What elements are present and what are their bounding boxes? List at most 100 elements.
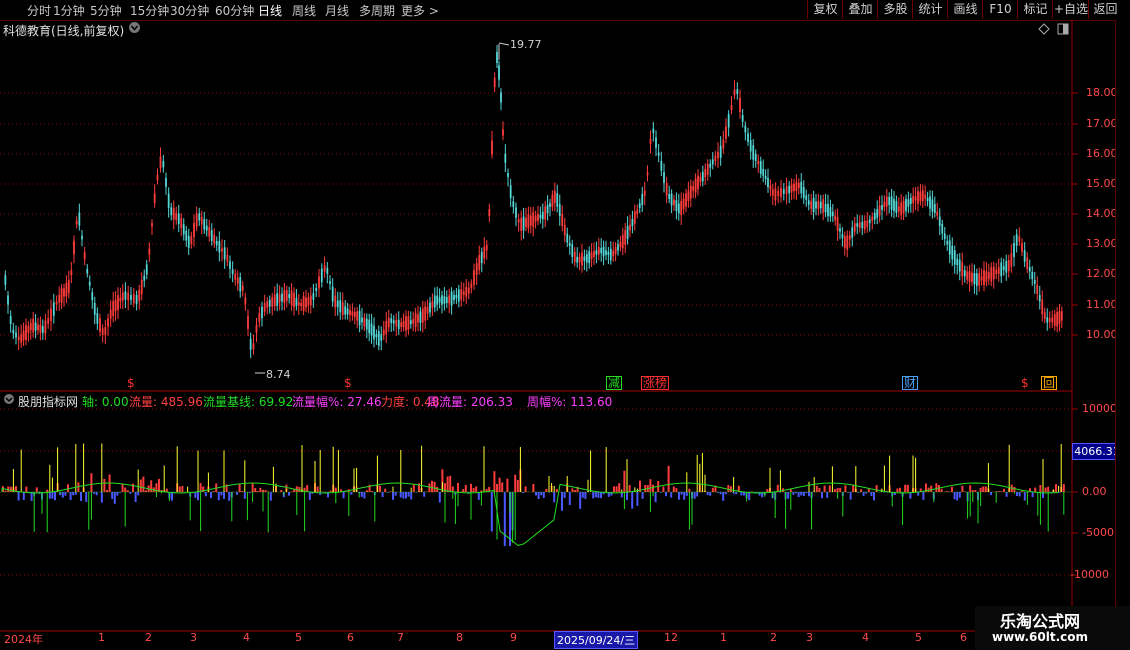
candle-body: [213, 234, 216, 244]
chevron-down-icon[interactable]: [128, 21, 141, 37]
candle-body: [159, 156, 162, 169]
flow-bar: [46, 489, 49, 492]
candle-body: [890, 196, 893, 210]
candle-body: [1021, 243, 1023, 252]
candle-body: [689, 185, 692, 199]
flow-bar: [956, 492, 959, 501]
candle-body: [992, 266, 995, 280]
candle-body: [771, 189, 774, 196]
candle-body: [895, 201, 898, 213]
candle-body: [73, 240, 75, 255]
candle-body: [450, 291, 453, 306]
flow-bar: [316, 486, 319, 492]
candle-body: [815, 201, 817, 209]
candle-body: [88, 281, 91, 286]
candle-body: [273, 294, 276, 307]
candle-body: [682, 198, 685, 210]
candle-body: [793, 183, 795, 192]
candle-body: [368, 319, 371, 334]
candle-body: [361, 317, 363, 323]
candle-body: [831, 211, 834, 217]
candle-body: [247, 316, 249, 329]
candle-body: [75, 220, 78, 225]
candle-body: [336, 300, 339, 308]
candle-body: [86, 268, 89, 274]
flow-bar: [561, 492, 563, 511]
event-marker[interactable]: 财: [902, 376, 919, 390]
high-price-label: 19.77: [510, 38, 542, 51]
flow-bar: [243, 492, 246, 499]
candle-body: [266, 301, 269, 308]
flow-bar: [113, 492, 116, 504]
indicator-axis-label: 0.00: [1082, 485, 1107, 498]
candle-body: [558, 204, 561, 216]
candle-body: [457, 289, 460, 302]
flow-bar: [818, 487, 821, 492]
flow-bar: [137, 492, 140, 496]
candle-body: [643, 190, 646, 196]
window-icon[interactable]: [1057, 23, 1069, 38]
flow-bar: [979, 487, 982, 492]
candle-body: [1013, 243, 1015, 257]
flow-bar: [503, 492, 506, 546]
flow-bar: [683, 492, 686, 500]
event-marker[interactable]: 涨榜: [641, 376, 670, 390]
chevron-down-icon[interactable]: [3, 393, 15, 408]
flow-bar: [228, 492, 231, 501]
candle-body: [496, 52, 498, 63]
event-marker[interactable]: 减: [606, 376, 623, 390]
candle-body: [736, 89, 739, 95]
event-marker[interactable]: $: [344, 376, 352, 390]
candle-body: [443, 296, 446, 304]
candle-body: [527, 214, 530, 229]
flow-bar: [74, 492, 77, 495]
flow-bar: [1005, 492, 1008, 497]
flow-bar: [64, 492, 67, 496]
candle-body: [12, 329, 15, 334]
flow-bar: [836, 488, 839, 492]
flow-bar: [594, 492, 597, 498]
flow-bar: [875, 485, 878, 492]
candle-body: [853, 223, 856, 232]
flow-bar: [766, 489, 769, 492]
event-marker[interactable]: $: [127, 376, 135, 390]
event-marker[interactable]: $: [1021, 376, 1029, 390]
chart-canvas[interactable]: [0, 0, 1130, 650]
candle-body: [963, 270, 966, 277]
candle-body: [96, 312, 99, 324]
candle-body: [205, 225, 208, 231]
candle-body: [7, 295, 9, 305]
candle-body: [754, 153, 757, 162]
candle-body: [429, 302, 431, 313]
candle-body: [951, 245, 954, 260]
candle-body: [759, 161, 762, 174]
candle-body: [331, 286, 334, 302]
candle-body: [848, 235, 851, 240]
flow-bar: [288, 492, 290, 496]
flow-bar: [896, 488, 899, 492]
candle-body: [445, 296, 448, 304]
flow-bar: [220, 492, 223, 496]
candle-body: [60, 288, 63, 303]
diamond-icon[interactable]: [1038, 23, 1050, 38]
candle-body: [300, 302, 303, 307]
candle-body: [938, 216, 941, 226]
candle-body: [334, 295, 337, 307]
candle-body: [130, 295, 132, 300]
candle-body: [802, 187, 805, 198]
flow-bar: [446, 476, 449, 492]
candle-body: [223, 247, 226, 260]
candle-body: [581, 252, 583, 266]
candle-body: [646, 172, 649, 176]
event-marker[interactable]: 回: [1041, 376, 1058, 390]
candle-body: [344, 306, 347, 315]
flow-bar: [496, 483, 498, 492]
candle-body: [417, 314, 419, 323]
candle-body: [905, 198, 907, 212]
flow-bar: [951, 486, 953, 492]
candle-body: [995, 269, 998, 274]
flow-bar: [514, 474, 517, 492]
candle-body: [631, 219, 634, 226]
candle-body: [597, 246, 600, 255]
candle-body: [876, 209, 879, 218]
